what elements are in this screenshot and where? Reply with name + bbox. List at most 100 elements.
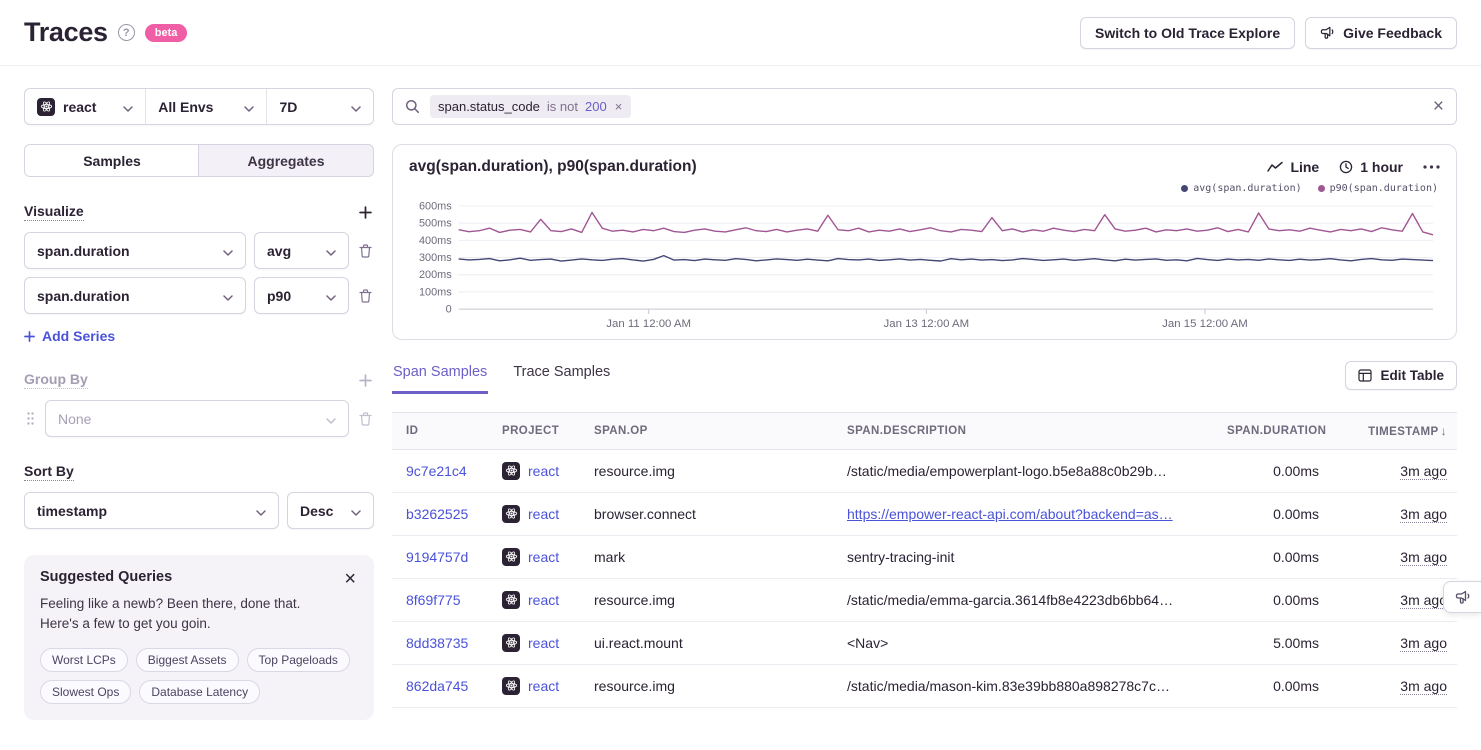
chart-menu-button[interactable] (1423, 165, 1440, 169)
svg-text:Jan 11 12:00 AM: Jan 11 12:00 AM (606, 318, 691, 330)
span-op-cell: resource.img (584, 578, 837, 621)
project-cell: react (492, 621, 584, 664)
remove-token-icon[interactable]: × (614, 100, 624, 113)
timestamp-value[interactable]: 3m ago (1400, 678, 1447, 695)
tab-aggregates[interactable]: Aggregates (199, 145, 373, 176)
project-link[interactable]: react (528, 549, 559, 565)
project-link[interactable]: react (528, 592, 559, 608)
environment-filter[interactable]: All Envs (145, 89, 266, 124)
search-filter-token[interactable]: span.status_code is not 200 × (430, 95, 631, 118)
column-header-timestamp[interactable]: TIMESTAMP↓ (1329, 412, 1457, 449)
add-group-by-button[interactable] (357, 372, 374, 389)
give-feedback-button[interactable]: Give Feedback (1305, 17, 1457, 49)
timestamp-value[interactable]: 3m ago (1400, 635, 1447, 652)
column-header-span-op[interactable]: SPAN.OP (584, 412, 837, 449)
chart-type-label: Line (1290, 159, 1319, 175)
group-by-placeholder: None (58, 411, 91, 427)
sort-field-select[interactable]: timestamp (24, 492, 279, 529)
delete-series-icon[interactable] (357, 242, 374, 260)
suggested-query-chip[interactable]: Biggest Assets (136, 648, 239, 672)
series-field-select[interactable]: span.duration (24, 277, 246, 314)
chevron-down-icon (351, 503, 361, 519)
interval-button[interactable]: 1 hour (1339, 159, 1403, 175)
project-filter[interactable]: react (25, 89, 145, 124)
tab-samples[interactable]: Samples (25, 145, 199, 176)
legend-item-avg[interactable]: avg(span.duration) (1181, 183, 1301, 194)
project-cell-content: react (502, 591, 574, 609)
column-header-span-duration[interactable]: SPAN.DURATION (1217, 412, 1329, 449)
project-link[interactable]: react (528, 506, 559, 522)
token-operator[interactable]: is not (547, 99, 578, 114)
timestamp-value[interactable]: 3m ago (1400, 463, 1447, 480)
add-visualize-button[interactable] (357, 204, 374, 221)
add-series-button[interactable]: Add Series (24, 328, 115, 344)
line-chart[interactable]: 600ms500ms400ms300ms200ms100ms0Jan 11 12… (409, 198, 1440, 331)
project-link[interactable]: react (528, 635, 559, 651)
timestamp-value[interactable]: 3m ago (1400, 549, 1447, 566)
timestamp-value[interactable]: 3m ago (1400, 592, 1447, 609)
project-link[interactable]: react (528, 463, 559, 479)
plus-icon (24, 331, 35, 342)
span-duration-cell: 0.00ms (1217, 535, 1329, 578)
project-cell-content: react (502, 462, 574, 480)
table-row[interactable]: 9194757dreactmarksentry-tracing-init0.00… (392, 535, 1457, 578)
visualize-label: Visualize (24, 203, 84, 221)
column-header-project[interactable]: PROJECT (492, 412, 584, 449)
series-aggregate-select[interactable]: avg (254, 232, 349, 269)
svg-text:300ms: 300ms (419, 252, 452, 264)
table-row[interactable]: 8dd38735reactui.react.mount<Nav>5.00ms3m… (392, 621, 1457, 664)
date-range-filter[interactable]: 7D (266, 89, 373, 124)
suggested-query-chip[interactable]: Slowest Ops (40, 680, 131, 704)
suggested-query-chip[interactable]: Worst LCPs (40, 648, 128, 672)
column-header-span-description[interactable]: SPAN.DESCRIPTION (837, 412, 1217, 449)
chart-title: avg(span.duration), p90(span.duration) (409, 158, 697, 176)
column-header-id[interactable]: ID (392, 412, 492, 449)
span-description-link[interactable]: https://empower-react-api.com/about?back… (847, 506, 1173, 522)
span-id-link[interactable]: b3262525 (406, 506, 468, 522)
close-suggested-icon[interactable]: × (342, 569, 358, 589)
span-id-link[interactable]: 8dd38735 (406, 635, 468, 651)
clear-search-icon[interactable]: × (1433, 97, 1444, 116)
switch-old-trace-explore-button[interactable]: Switch to Old Trace Explore (1080, 17, 1295, 49)
series-field-select[interactable]: span.duration (24, 232, 246, 269)
help-icon[interactable]: ? (118, 24, 135, 41)
project-cell-content: react (502, 548, 574, 566)
token-value[interactable]: 200 (585, 99, 607, 114)
sort-by-row: timestamp Desc (24, 492, 374, 529)
results-bar: Span Samples Trace Samples Edit Table (392, 358, 1457, 394)
series-aggregate-value: avg (267, 243, 291, 259)
table-row[interactable]: b3262525reactbrowser.connecthttps://empo… (392, 492, 1457, 535)
project-cell-content: react (502, 505, 574, 523)
suggested-query-chip[interactable]: Database Latency (139, 680, 260, 704)
span-id-link[interactable]: 862da745 (406, 678, 468, 694)
search-bar[interactable]: span.status_code is not 200 × × (392, 88, 1457, 125)
span-id-link[interactable]: 9194757d (406, 549, 468, 565)
legend-item-p90[interactable]: p90(span.duration) (1318, 183, 1438, 194)
table-row[interactable]: 9c7e21c4reactresource.img/static/media/e… (392, 449, 1457, 492)
span-description-text: <Nav> (847, 635, 888, 651)
tab-trace-samples[interactable]: Trace Samples (512, 358, 611, 394)
delete-series-icon[interactable] (357, 287, 374, 305)
project-link[interactable]: react (528, 678, 559, 694)
react-project-icon (502, 548, 520, 566)
delete-group-by-icon[interactable] (357, 410, 374, 428)
feedback-widget-button[interactable] (1443, 581, 1481, 613)
line-chart-icon (1267, 161, 1283, 173)
sort-direction-select[interactable]: Desc (287, 492, 374, 529)
chart-type-button[interactable]: Line (1267, 159, 1319, 175)
span-id-link[interactable]: 9c7e21c4 (406, 463, 467, 479)
series-aggregate-select[interactable]: p90 (254, 277, 349, 314)
header-actions: Switch to Old Trace Explore Give Feedbac… (1080, 17, 1457, 49)
chevron-down-icon (351, 99, 361, 115)
span-id-link[interactable]: 8f69f775 (406, 592, 461, 608)
suggested-query-chip[interactable]: Top Pageloads (247, 648, 350, 672)
timestamp-cell: 3m ago (1329, 535, 1457, 578)
tab-span-samples[interactable]: Span Samples (392, 358, 488, 394)
group-by-select[interactable]: None (45, 400, 349, 437)
edit-table-button[interactable]: Edit Table (1345, 361, 1457, 390)
drag-handle-icon[interactable] (24, 411, 37, 426)
table-row[interactable]: 8f69f775reactresource.img/static/media/e… (392, 578, 1457, 621)
react-project-icon (502, 634, 520, 652)
timestamp-value[interactable]: 3m ago (1400, 506, 1447, 523)
table-row[interactable]: 862da745reactresource.img/static/media/m… (392, 664, 1457, 707)
